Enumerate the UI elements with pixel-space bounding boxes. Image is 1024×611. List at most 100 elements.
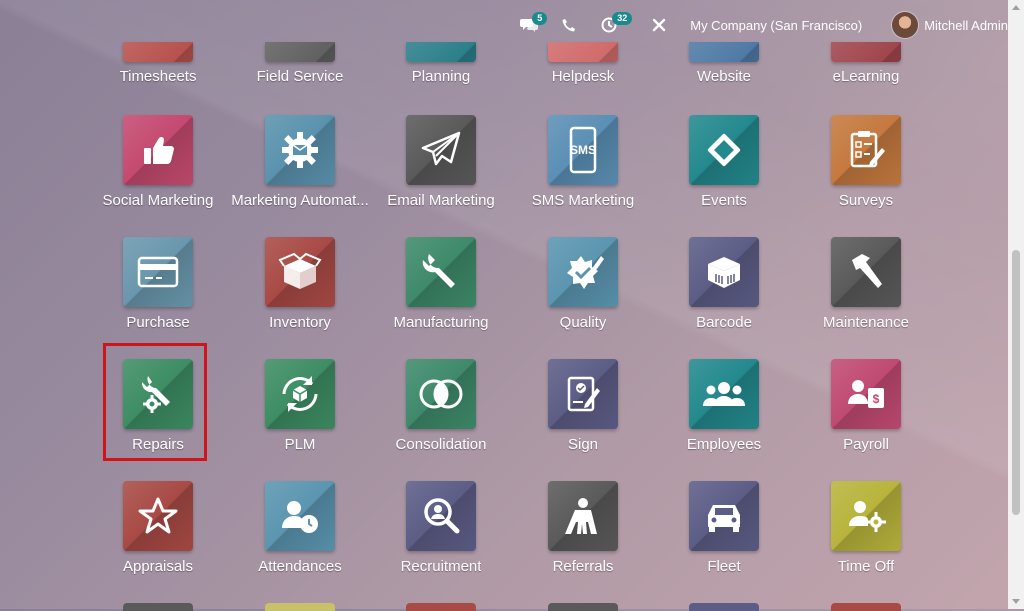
app-label: Helpdesk: [551, 68, 615, 85]
app-label: Purchase: [126, 314, 190, 331]
avatar: [892, 12, 919, 38]
app-label: Events: [701, 192, 747, 209]
app-label: Website: [697, 68, 751, 85]
ticket-icon: [689, 115, 759, 185]
app-label: Manufacturing: [393, 314, 489, 331]
car-icon: [689, 481, 759, 551]
app-plm[interactable]: PLM: [229, 359, 371, 479]
user-menu[interactable]: Mitchell Admin: [892, 0, 1008, 50]
app-label: Attendances: [258, 558, 342, 575]
app-label: Maintenance: [823, 314, 909, 331]
user-gear-icon: [831, 481, 901, 551]
app-purchase[interactable]: Purchase: [87, 237, 229, 357]
app-quality[interactable]: Quality: [512, 237, 654, 357]
sign-document-icon: [548, 359, 618, 429]
app-label: Payroll: [843, 436, 889, 453]
app-label: Email Marketing: [387, 192, 495, 209]
app-fleet[interactable]: Fleet: [653, 481, 795, 601]
app-payroll[interactable]: $ Payroll: [795, 359, 937, 479]
app-grid: Timesheets Field Service Planning Helpde…: [0, 0, 1008, 611]
tools-icon: [650, 16, 668, 34]
app-label: Fleet: [707, 558, 741, 575]
app-consolidation[interactable]: Consolidation: [370, 359, 512, 479]
app-appraisals[interactable]: Appraisals: [87, 481, 229, 601]
app-employees[interactable]: Employees: [653, 359, 795, 479]
app-label: eLearning: [832, 68, 900, 85]
messages-menu[interactable]: 5: [520, 0, 548, 50]
app-repairs[interactable]: Repairs: [87, 359, 229, 479]
vertical-scrollbar[interactable]: [1008, 0, 1024, 609]
wrench-icon: [406, 237, 476, 307]
app-email-marketing[interactable]: Email Marketing: [370, 115, 512, 235]
app-label: Social Marketing: [102, 192, 214, 209]
company-name: My Company (San Francisco): [690, 17, 863, 33]
overlap-circles-icon: [406, 359, 476, 429]
survey-icon: [831, 115, 901, 185]
app-label: Sign: [567, 436, 599, 453]
scroll-thumb[interactable]: [1012, 250, 1020, 515]
hammer-icon: [831, 237, 901, 307]
app-label: Appraisals: [122, 558, 194, 575]
app-manufacturing[interactable]: Manufacturing: [370, 237, 512, 357]
app-referrals[interactable]: Referrals: [512, 481, 654, 601]
thumbs-up-icon: [123, 115, 193, 185]
messages-badge: 5: [532, 12, 548, 25]
app-social-marketing[interactable]: Social Marketing: [87, 115, 229, 235]
app-label: Repairs: [132, 436, 184, 453]
svg-text:SMS: SMS: [570, 143, 596, 157]
credit-card-icon: [123, 237, 193, 307]
app-marketing-automation[interactable]: Marketing Automat...: [229, 115, 371, 235]
barcode-box-icon: [689, 237, 759, 307]
app-label: Barcode: [696, 314, 752, 331]
app-recruitment[interactable]: Recruitment: [370, 481, 512, 601]
app-label: PLM: [284, 436, 316, 453]
app-time-off[interactable]: Time Off: [795, 481, 937, 601]
app-label: Employees: [686, 436, 762, 453]
app-tile-partial[interactable]: [123, 603, 193, 611]
app-label: Time Off: [837, 558, 895, 575]
payroll-icon: $: [831, 359, 901, 429]
app-label: Inventory: [269, 314, 331, 331]
quality-badge-icon: [548, 237, 618, 307]
svg-text:$: $: [873, 392, 880, 406]
phone-menu[interactable]: [560, 0, 578, 50]
user-name: Mitchell Admin: [924, 17, 1008, 33]
hero-icon: [548, 481, 618, 551]
box-icon: [265, 237, 335, 307]
phone-icon: [560, 16, 578, 34]
star-icon: [123, 481, 193, 551]
app-sign[interactable]: Sign: [512, 359, 654, 479]
app-sms-marketing[interactable]: SMS SMS Marketing: [512, 115, 654, 235]
app-tile-partial[interactable]: [265, 603, 335, 611]
app-label: SMS Marketing: [531, 192, 635, 209]
app-barcode[interactable]: Barcode: [653, 237, 795, 357]
app-label: Quality: [559, 314, 607, 331]
app-label: Recruitment: [400, 558, 482, 575]
debug-tools-menu[interactable]: [650, 0, 668, 50]
company-switcher[interactable]: My Company (San Francisco): [690, 0, 862, 50]
magnifier-user-icon: [406, 481, 476, 551]
top-navbar: 5 32 My Company (San Francisco) Mitchell…: [0, 0, 1024, 50]
activities-menu[interactable]: 32: [600, 0, 633, 50]
app-attendances[interactable]: Attendances: [229, 481, 371, 601]
app-tile-partial[interactable]: [406, 603, 476, 611]
app-surveys[interactable]: Surveys: [795, 115, 937, 235]
app-events[interactable]: Events: [653, 115, 795, 235]
app-label: Timesheets: [119, 68, 197, 85]
app-label: Planning: [411, 68, 471, 85]
app-label: Consolidation: [395, 436, 487, 453]
app-tile-partial[interactable]: [831, 603, 901, 611]
user-clock-icon: [265, 481, 335, 551]
app-inventory[interactable]: Inventory: [229, 237, 371, 357]
app-label: Marketing Automat...: [231, 192, 369, 209]
gear-icon: [265, 115, 335, 185]
plm-cycle-icon: [265, 359, 335, 429]
app-maintenance[interactable]: Maintenance: [795, 237, 937, 357]
app-tile-partial[interactable]: [548, 603, 618, 611]
scroll-down-arrow-icon[interactable]: [1012, 599, 1020, 604]
app-tile-partial[interactable]: [689, 603, 759, 611]
people-icon: [689, 359, 759, 429]
activities-badge: 32: [612, 12, 633, 25]
paper-plane-icon: [406, 115, 476, 185]
app-label: Surveys: [838, 192, 894, 209]
